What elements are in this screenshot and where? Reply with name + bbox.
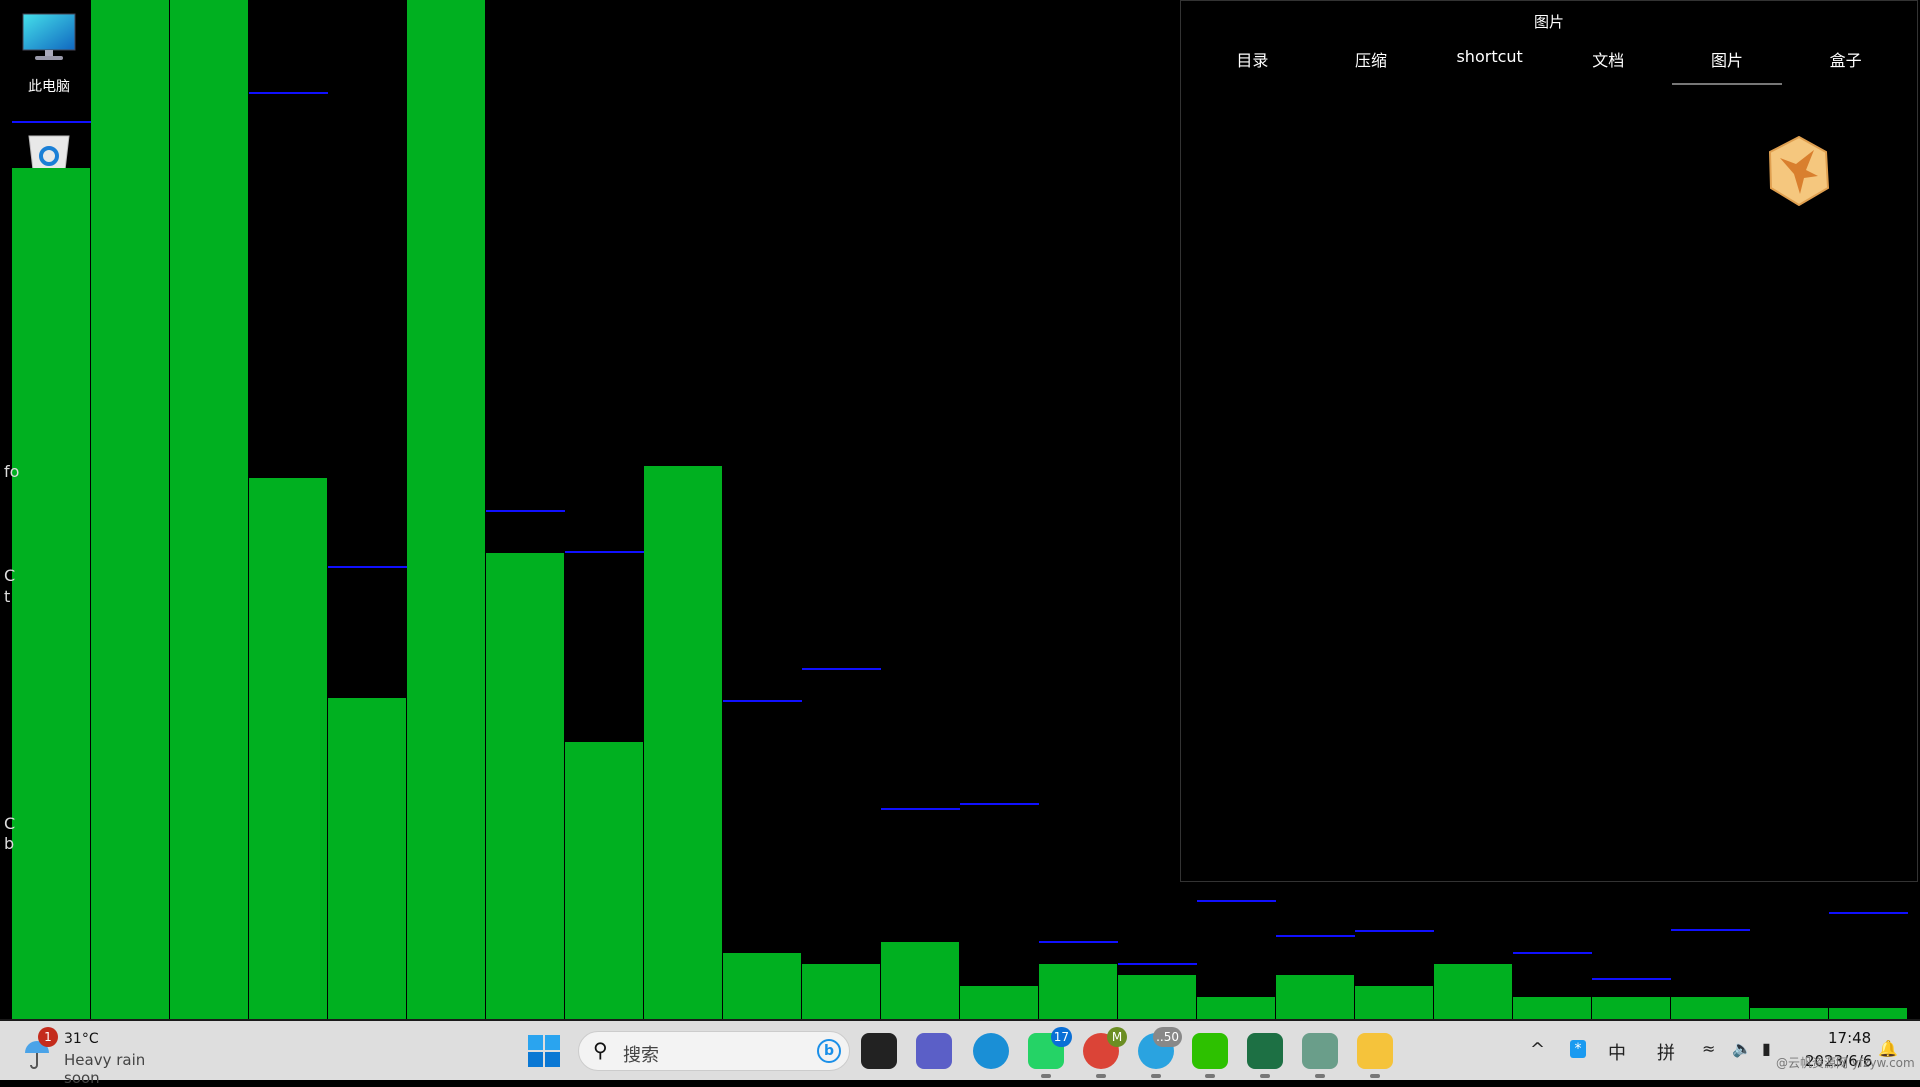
visualizer-peak-line [881,808,960,811]
visualizer-bar [960,986,1039,1019]
taskbar-app-chrome[interactable]: M [1083,1027,1127,1078]
launcher-panel: 图片 目录 压缩 shortcut 文档 图片 盒子 [1180,0,1918,882]
taskbar: 1 31°C Heavy rain soon ⚲ 搜索 b 17 M ..50 ^ … [0,1019,1920,1087]
app-badge: ..50 [1153,1027,1182,1047]
running-indicator [1096,1074,1106,1078]
visualizer-peak-line [1829,912,1908,914]
visualizer-peak-line [1276,935,1355,938]
notification-icon[interactable]: 🔔 [1878,1039,1898,1058]
taskbar-app-task-view[interactable] [861,1033,897,1069]
ime-mode[interactable]: 中 [1608,1039,1626,1065]
tab-pictures[interactable]: 图片 [1671,47,1782,85]
visualizer-bar [1039,963,1118,1019]
visualizer-peak-line [328,565,407,568]
tray-qq-icon[interactable]: * [1570,1040,1586,1058]
taskbar-app-edge[interactable] [973,1033,1009,1069]
visualizer-bar [1355,986,1434,1019]
tab-documents[interactable]: 文档 [1553,47,1663,85]
tab-box[interactable]: 盒子 [1791,47,1901,85]
visualizer-bar [802,963,881,1019]
tab-directory[interactable]: 目录 [1197,47,1307,85]
visualizer-bar [91,0,170,1019]
visualizer-bar [170,0,249,1019]
visualizer-bar [1592,996,1671,1019]
visualizer-peak-line [1513,951,1592,954]
visualizer-bar [1750,1007,1829,1019]
search-box[interactable]: ⚲ 搜索 b [578,1031,850,1071]
visualizer-bar [407,0,486,1019]
running-indicator [1260,1074,1270,1078]
panel-title: 图片 [1533,13,1564,31]
clipped-label: C [4,566,16,585]
clipped-label: fo [4,462,20,481]
visualizer-peak-line [1355,930,1434,933]
visualizer-bar [1513,996,1592,1019]
visualizer-bar [644,465,723,1019]
taskbar-app-file-explorer[interactable] [1357,1033,1393,1078]
visualizer-peak-line [12,121,91,124]
volume-icon[interactable]: 🔈 [1732,1039,1752,1058]
visualizer-bar [1118,975,1197,1019]
tab-compress[interactable]: 压缩 [1316,47,1426,85]
visualizer-bar [328,698,407,1019]
visualizer-bar [1276,975,1355,1019]
visualizer-peak-line [1592,978,1671,981]
ime-pinyin[interactable]: 拼 [1657,1039,1675,1065]
clipped-label: C [4,814,16,833]
visualizer-peak-line [723,700,802,703]
visualizer-bar [1197,996,1276,1019]
visualizer-peak-line [1197,899,1276,902]
visualizer-peak-line [1671,929,1750,932]
visualizer-bar [12,168,91,1019]
weather-temp: 31°C [64,1031,99,1047]
visualizer-peak-line [249,91,328,94]
taskbar-app-whatsapp[interactable]: 17 [1028,1027,1072,1078]
visualizer-bar [565,741,644,1019]
clipped-label: b [4,834,15,853]
running-indicator [1041,1074,1051,1078]
bing-icon[interactable]: b [817,1039,841,1063]
weather-badge: 1 [38,1027,58,1047]
visualizer-bar [249,477,328,1019]
taskbar-app-telegram[interactable]: ..50 [1138,1027,1182,1078]
clipped-label: t [4,587,11,606]
clock-time[interactable]: 17:48 [1828,1029,1871,1047]
visualizer-peak-line [486,509,565,512]
running-indicator [1370,1074,1380,1078]
running-indicator [1315,1074,1325,1078]
visualizer-bar [1829,1007,1908,1019]
start-button[interactable] [528,1035,560,1067]
search-input[interactable]: 搜索 [623,1041,659,1067]
taskbar-app-excel[interactable] [1247,1033,1283,1078]
taskbar-app-wechat[interactable] [1192,1033,1228,1078]
visualizer-peak-line [960,802,1039,805]
visualizer-peak-line [1039,940,1118,943]
visualizer-peak-line [565,551,644,554]
tab-shortcut[interactable]: shortcut [1435,47,1545,85]
weather-desc: Heavy rain soon [64,1051,146,1087]
visualizer-bar [486,553,565,1019]
running-indicator [1151,1074,1161,1078]
running-indicator [1205,1074,1215,1078]
panel-tabs: 目录 压缩 shortcut 文档 图片 盒子 [1181,47,1917,85]
weather-widget[interactable]: 1 31°C Heavy rain soon [22,1027,182,1087]
app-badge: M [1107,1027,1127,1047]
wifi-icon[interactable]: ≈ [1702,1039,1715,1058]
visualizer-bar [723,952,802,1019]
hummingbird-logo-icon[interactable] [1768,136,1830,206]
visualizer-bar [1434,963,1513,1019]
visualizer-peak-line [802,668,881,671]
visualizer-bar [1671,996,1750,1019]
search-icon: ⚲ [593,1038,608,1062]
visualizer-peak-line [1118,962,1197,965]
app-badge: 17 [1050,1027,1072,1047]
battery-icon[interactable]: ▮ [1762,1039,1771,1058]
taskbar-app-teams[interactable] [916,1033,952,1069]
visualizer-bar [881,941,960,1019]
tray-chevron[interactable]: ^ [1530,1039,1545,1060]
taskbar-app-chatgpt[interactable] [1302,1033,1338,1078]
